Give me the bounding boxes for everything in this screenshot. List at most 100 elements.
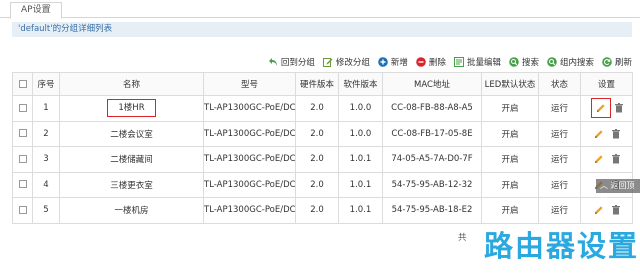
table-row: 2 二楼会议室 TL-AP1300GC-PoE/DC 2.0 1.0.0 CC-… [12,120,633,147]
batch-edit-icon [453,57,464,67]
search-icon [509,57,519,67]
column-header-status: 状态 [538,72,581,96]
refresh-icon [602,57,612,67]
modify-group-label: 修改分组 [335,58,370,68]
cell-status: 运行 [538,120,581,147]
row-checkbox[interactable] [18,180,27,189]
group-detail-header: 'default'的分组详细列表 [12,22,632,37]
cell-sw-version: 1.0.1 [338,146,383,173]
back-to-top-button[interactable]: ︿ 返回顶部 [596,179,640,204]
cell-name: 三楼更衣室 [59,171,204,198]
cell-led: 开启 [481,197,539,224]
cell-status: 运行 [538,95,581,122]
cell-model: TL-AP1300GC-PoE/DC [203,197,296,224]
row-select-cell[interactable] [12,171,33,198]
plus-circle-icon [378,57,388,67]
cell-hw-version: 2.0 [295,197,339,224]
cell-hw-version: 2.0 [295,171,339,198]
cell-no: 4 [32,171,60,198]
cell-model: TL-AP1300GC-PoE/DC [203,146,296,173]
cell-no: 1 [32,95,60,122]
cell-sw-version: 1.0.0 [338,120,383,147]
table-row: 3 二楼储藏间 TL-AP1300GC-PoE/DC 2.0 1.0.1 74-… [12,146,633,173]
cell-mac: 54-75-95-AB-12-32 [382,171,482,198]
delete-button[interactable]: 删除 [416,56,446,68]
cell-settings [580,146,633,173]
cell-no: 5 [32,197,60,224]
tab-ap-settings[interactable]: AP设置 [10,2,62,19]
cell-led: 开启 [481,146,539,173]
row-checkbox[interactable] [18,129,27,138]
cell-settings [580,120,633,147]
minus-circle-icon [416,57,426,67]
trash-icon[interactable] [611,128,620,139]
group-search-button[interactable]: 组内搜索 [547,56,594,68]
cell-sw-version: 1.0.1 [338,197,383,224]
search-label: 搜索 [521,58,539,68]
cell-model: TL-AP1300GC-PoE/DC [203,95,296,122]
table-row: 4 三楼更衣室 TL-AP1300GC-PoE/DC 2.0 1.0.1 54-… [12,171,633,198]
watermark: 路由器设置 [484,229,640,263]
batch-edit-button[interactable]: 批量编辑 [453,56,501,68]
search-button[interactable]: 搜索 [509,56,539,68]
refresh-label: 刷新 [614,58,632,68]
ap-list-table: 序号 名称 型号 硬件版本 软件版本 MAC地址 LED默认状态 状态 设置 1… [12,72,633,224]
group-search-label: 组内搜索 [559,58,594,68]
edit-highlight [590,98,611,119]
edit-group-icon [322,57,333,67]
cell-settings [580,95,633,122]
add-button[interactable]: 新增 [378,56,408,68]
row-select-cell[interactable] [12,95,33,122]
search-icon [547,57,557,67]
cell-hw-version: 2.0 [295,146,339,173]
cell-no: 3 [32,146,60,173]
cell-sw-version: 1.0.0 [338,95,383,122]
back-to-group-label: 回到分组 [280,58,315,68]
row-select-cell[interactable] [12,197,33,224]
row-checkbox[interactable] [18,205,27,214]
column-header-no: 序号 [32,72,60,96]
cell-model: TL-AP1300GC-PoE/DC [203,171,296,198]
select-all-checkbox[interactable] [18,79,27,88]
batch-edit-label: 批量编辑 [466,58,501,68]
column-header-hw-version: 硬件版本 [295,72,339,96]
pager-total: 共 [458,233,467,243]
row-select-cell[interactable] [12,146,33,173]
chevron-up-icon: ︿ [600,181,608,190]
modify-group-button[interactable]: 修改分组 [322,56,370,68]
column-header-sw-version: 软件版本 [338,72,383,96]
row-select-cell[interactable] [12,120,33,147]
row-checkbox[interactable] [18,103,27,112]
cell-sw-version: 1.0.1 [338,171,383,198]
trash-icon[interactable] [611,205,620,215]
cell-mac: CC-08-FB-88-A8-A5 [382,95,482,122]
cell-hw-version: 2.0 [295,95,339,122]
pencil-icon[interactable] [596,103,606,113]
trash-icon[interactable] [611,154,620,164]
cell-model: TL-AP1300GC-PoE/DC [203,120,296,147]
undo-arrow-icon [268,57,278,67]
toolbar: 回到分组 修改分组 新增 删除 批量编辑 搜索 组内搜索 刷新 [260,56,632,68]
table-header-row: 序号 名称 型号 硬件版本 软件版本 MAC地址 LED默认状态 状态 设置 [12,72,633,96]
cell-mac: 74-05-A5-7A-D0-7F [382,146,482,173]
cell-status: 运行 [538,146,581,173]
pencil-icon[interactable] [594,129,604,139]
cell-mac: CC-08-FB-17-05-8E [382,120,482,147]
cell-no: 2 [32,120,60,147]
delete-label: 删除 [428,58,446,68]
column-header-settings: 设置 [580,72,633,96]
select-all-cell[interactable] [12,72,33,96]
cell-name: 1楼HR [59,95,204,122]
cell-name: 一楼机房 [59,197,204,224]
pencil-icon[interactable] [594,154,604,164]
trash-icon[interactable] [614,103,623,113]
column-header-led: LED默认状态 [481,72,539,96]
table-row: 5 一楼机房 TL-AP1300GC-PoE/DC 2.0 1.0.1 54-7… [12,197,633,224]
row-checkbox[interactable] [18,154,27,163]
refresh-button[interactable]: 刷新 [602,56,632,68]
back-to-group-button[interactable]: 回到分组 [268,56,315,68]
cell-status: 运行 [538,171,581,198]
cell-status: 运行 [538,197,581,224]
cell-name: 二楼储藏间 [59,146,204,173]
column-header-name: 名称 [59,72,204,96]
